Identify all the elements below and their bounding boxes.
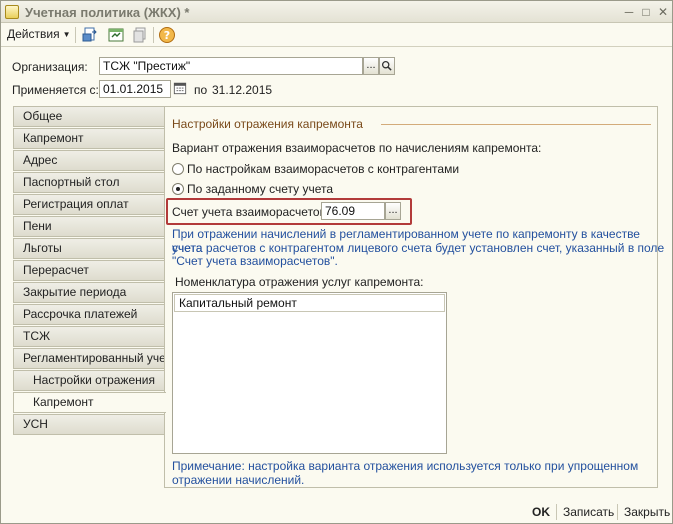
account-field[interactable]: 76.09 xyxy=(321,202,385,220)
account-label: Счет учета взаиморасчетов: xyxy=(172,205,330,219)
tab-payment-registration[interactable]: Регистрация оплат xyxy=(13,194,165,215)
copy-icon[interactable] xyxy=(131,26,149,44)
organization-field[interactable]: ТСЖ "Престиж" xyxy=(99,57,363,75)
toolbar: Действия ▼ ? xyxy=(1,23,672,47)
save-button[interactable]: Записать xyxy=(563,505,614,519)
document-icon xyxy=(5,5,19,19)
tab-address[interactable]: Адрес xyxy=(13,150,165,171)
period-from-field[interactable]: 01.01.2015 xyxy=(99,80,171,98)
option-by-account-label[interactable]: По заданному счету учета xyxy=(187,182,333,196)
tab-capital-repair-sub[interactable]: Капремонт xyxy=(13,392,166,413)
actions-menu-button[interactable]: Действия ▼ xyxy=(7,27,71,41)
tab-benefits[interactable]: Льготы xyxy=(13,238,165,259)
minimize-icon[interactable]: ─ xyxy=(621,4,637,20)
nomenclature-list[interactable]: Капитальный ремонт xyxy=(172,292,447,454)
maximize-icon[interactable]: □ xyxy=(638,4,654,20)
tab-capital-repair[interactable]: Капремонт xyxy=(13,128,165,149)
footer-bar: OK Записать Закрыть xyxy=(1,498,672,523)
search-icon[interactable] xyxy=(379,57,395,75)
organization-label: Организация: xyxy=(12,60,88,74)
close-icon[interactable]: ✕ xyxy=(655,4,671,20)
refresh-icon[interactable] xyxy=(107,26,125,44)
export-icon[interactable] xyxy=(81,26,99,44)
svg-text:?: ? xyxy=(164,29,170,42)
radio-by-counterparty[interactable] xyxy=(172,163,184,175)
period-to-label: по xyxy=(194,83,208,97)
tab-penalties[interactable]: Пени xyxy=(13,216,165,237)
variant-label: Вариант отражения взаиморасчетов по начи… xyxy=(172,141,542,155)
title-bar: Учетная политика (ЖКХ) * ─ □ ✕ xyxy=(1,1,672,23)
account-select-button[interactable]: ... xyxy=(385,202,401,220)
tab-passport-office[interactable]: Паспортный стол xyxy=(13,172,165,193)
tab-regulated-accounting[interactable]: Регламентированный учет xyxy=(13,348,171,369)
note-line-2: отражении начислений. xyxy=(172,473,305,487)
tab-recalculation[interactable]: Перерасчет xyxy=(13,260,165,281)
close-button[interactable]: Закрыть xyxy=(624,505,670,519)
toolbar-divider xyxy=(75,27,76,43)
section-title: Настройки отражения капремонта xyxy=(172,117,363,131)
calendar-icon[interactable] xyxy=(173,81,189,97)
tab-usn[interactable]: УСН xyxy=(13,414,165,435)
organization-select-button[interactable]: ... xyxy=(363,57,379,75)
section-divider xyxy=(381,124,651,125)
help-icon[interactable]: ? xyxy=(158,26,176,44)
period-to-value: 31.12.2015 xyxy=(212,83,273,97)
list-item[interactable]: Капитальный ремонт xyxy=(174,294,445,312)
dropdown-arrow-icon: ▼ xyxy=(62,30,71,39)
info-line-3: "Счет учета взаиморасчетов". xyxy=(172,254,338,268)
window-title: Учетная политика (ЖКХ) * xyxy=(25,5,190,20)
note-line-1: Примечание: настройка варианта отражения… xyxy=(172,459,639,473)
actions-label: Действия xyxy=(7,27,60,41)
toolbar-divider xyxy=(153,27,154,43)
option-by-counterparty-label[interactable]: По настройкам взаиморасчетов с контраген… xyxy=(187,162,459,176)
period-from-label: Применяется с: xyxy=(12,83,99,97)
tab-general[interactable]: Общее xyxy=(13,106,165,127)
policy-window: Учетная политика (ЖКХ) * ─ □ ✕ Действия ▼… xyxy=(0,0,673,524)
radio-by-account[interactable] xyxy=(172,183,184,195)
tab-reflection-settings[interactable]: Настройки отражения xyxy=(13,370,165,391)
footer-divider xyxy=(617,504,618,520)
ok-button[interactable]: OK xyxy=(532,505,550,519)
tab-installments[interactable]: Рассрочка платежей xyxy=(13,304,165,325)
tab-period-closing[interactable]: Закрытие периода xyxy=(13,282,165,303)
info-line-2: учета расчетов с контрагентом лицевого с… xyxy=(172,241,665,255)
footer-divider xyxy=(556,504,557,520)
tab-hoa[interactable]: ТСЖ xyxy=(13,326,165,347)
nomenclature-label: Номенклатура отражения услуг капремонта: xyxy=(175,275,424,289)
